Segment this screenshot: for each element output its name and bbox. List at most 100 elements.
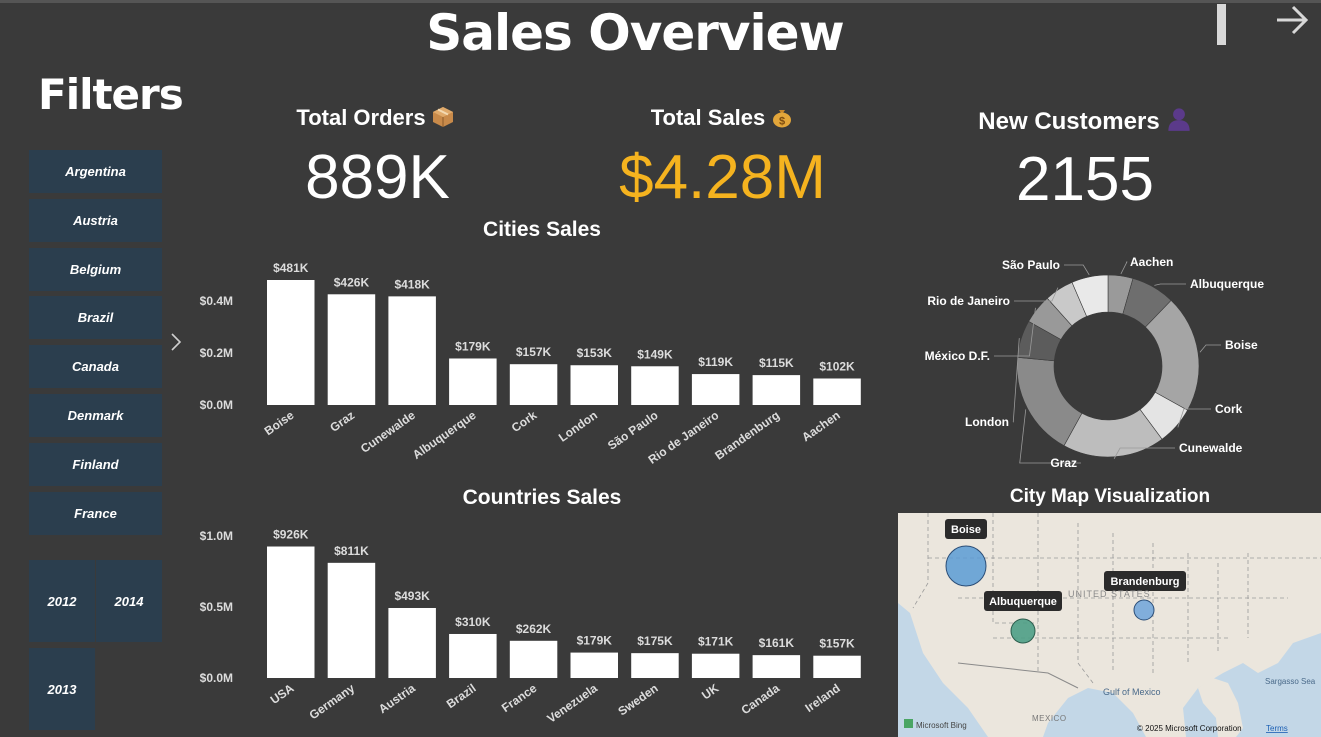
category-label: Graz	[327, 408, 357, 435]
us-country-label: UNITED STATES	[1068, 589, 1151, 599]
country-option[interactable]: Argentina	[29, 150, 162, 193]
arrow-right-icon[interactable]	[1274, 2, 1310, 38]
bar[interactable]	[752, 655, 801, 678]
bar[interactable]	[449, 358, 497, 405]
bar[interactable]	[388, 296, 436, 405]
boise-bubble[interactable]	[945, 545, 987, 587]
bar[interactable]	[752, 375, 801, 405]
category-label: UK	[699, 681, 722, 703]
bar[interactable]	[327, 562, 376, 678]
category-label: São Paulo	[605, 408, 661, 453]
bar[interactable]	[631, 366, 679, 405]
category-label: France	[499, 681, 540, 715]
kpi-sales-value: $4.28M	[619, 143, 826, 212]
bar[interactable]	[267, 280, 315, 405]
data-label: $481K	[273, 261, 309, 275]
data-label: $175K	[637, 634, 673, 648]
cities-chart-title: Cities Sales	[483, 218, 601, 241]
year-option-2014[interactable]: 2014	[96, 560, 162, 642]
brandenburg-bubble[interactable]	[1133, 599, 1155, 621]
gulf-label: Gulf of Mexico	[1103, 687, 1161, 697]
y-tick-label: $0.5M	[200, 600, 233, 614]
bar[interactable]	[388, 607, 436, 678]
bar[interactable]	[813, 655, 861, 678]
country-option[interactable]: Finland	[29, 442, 162, 486]
data-label: $811K	[334, 544, 369, 558]
data-label: $418K	[394, 277, 430, 291]
city-donut-chart: Aachen Albuquerque Boise Cork Cunewalde Graz L…	[925, 255, 1265, 470]
data-label: $115K	[759, 356, 794, 370]
donut-label: Cunewalde	[1179, 441, 1243, 455]
category-label: Canada	[739, 681, 783, 718]
category-label: Venezuela	[544, 681, 600, 726]
category-label: Boise	[262, 408, 297, 438]
y-tick-label: $0.4M	[200, 294, 233, 308]
terms-link[interactable]: Terms	[1266, 724, 1288, 733]
country-option[interactable]: Austria	[29, 198, 162, 242]
albuquerque-bubble[interactable]	[1010, 618, 1036, 644]
country-option[interactable]: Brazil	[29, 296, 162, 340]
bar[interactable]	[327, 294, 376, 405]
category-label: Brazil	[444, 681, 479, 711]
page-title: Sales Overview	[426, 4, 844, 62]
bing-logo-icon	[904, 719, 913, 728]
bookmark-bar-icon[interactable]	[1217, 4, 1226, 45]
data-label: $310K	[455, 615, 491, 629]
donut-label: Albuquerque	[1190, 277, 1264, 291]
bar[interactable]	[509, 640, 558, 678]
map-title: City Map Visualization	[1009, 486, 1211, 507]
donut-label: Graz	[1050, 456, 1077, 470]
data-label: $102K	[819, 359, 855, 373]
data-label: $426K	[334, 275, 370, 289]
bar[interactable]	[449, 633, 497, 678]
albuquerque-tooltip-label: Albuquerque	[989, 596, 1057, 608]
boise-tooltip-label: Boise	[951, 524, 981, 536]
bing-label: Microsoft Bing	[916, 721, 967, 730]
bar[interactable]	[813, 378, 861, 405]
category-label: Cork	[509, 408, 540, 435]
data-label: $153K	[577, 346, 613, 360]
year-option-2013[interactable]: 2013	[29, 648, 95, 730]
bar[interactable]	[570, 652, 619, 678]
leader-line	[1120, 261, 1128, 275]
y-tick-label: $1.0M	[200, 529, 233, 543]
brandenburg-tooltip-label: Brandenburg	[1110, 576, 1179, 588]
category-label: London	[556, 408, 600, 445]
country-slicer: Argentina Austria Belgium Brazil Canada …	[29, 150, 162, 540]
country-option[interactable]: Denmark	[29, 393, 162, 437]
kpi-orders-value: 889K	[305, 143, 450, 212]
data-label: $171K	[698, 635, 734, 649]
year-option-2012[interactable]: 2012	[29, 560, 95, 642]
money-bag-icon: $	[773, 110, 792, 128]
category-label: Ireland	[802, 681, 842, 715]
cities-bar-chart: $0.0M $0.2M $0.4M $481K Boise $426K Graz $418K C…	[200, 261, 861, 467]
mexico-label: MEXICO	[1032, 714, 1067, 723]
donut-label: Aachen	[1130, 255, 1173, 269]
bar[interactable]	[691, 374, 740, 405]
bar[interactable]	[570, 365, 619, 405]
map-canvas[interactable]: Boise Albuquerque Brandenburg UNITED STA…	[898, 513, 1321, 737]
bar[interactable]	[509, 364, 558, 405]
bar[interactable]	[691, 653, 740, 678]
country-option[interactable]: Canada	[29, 345, 162, 389]
bar[interactable]	[267, 546, 315, 678]
kpi-customers-value: 2155	[1016, 145, 1154, 214]
data-label: $157K	[819, 637, 855, 651]
leader-line	[1154, 283, 1186, 286]
country-option[interactable]: France	[29, 491, 162, 535]
data-label: $149K	[637, 347, 673, 361]
sargasso-label: Sargasso Sea	[1265, 677, 1316, 686]
data-label: $179K	[455, 339, 491, 353]
bar[interactable]	[631, 653, 679, 678]
donut-label: London	[965, 415, 1009, 429]
y-tick-label: $0.0M	[200, 398, 233, 412]
country-option[interactable]: Belgium	[29, 247, 162, 291]
kpi-sales-label: Total Sales $	[612, 105, 832, 131]
chevron-right-icon[interactable]	[168, 332, 184, 352]
leader-line	[1199, 344, 1221, 353]
person-icon	[1168, 108, 1190, 131]
data-label: $926K	[273, 528, 309, 542]
data-label: $262K	[516, 622, 552, 636]
category-label: Albuquerque	[410, 408, 479, 462]
city-map[interactable]: Boise Albuquerque Brandenburg UNITED STA…	[898, 513, 1321, 737]
